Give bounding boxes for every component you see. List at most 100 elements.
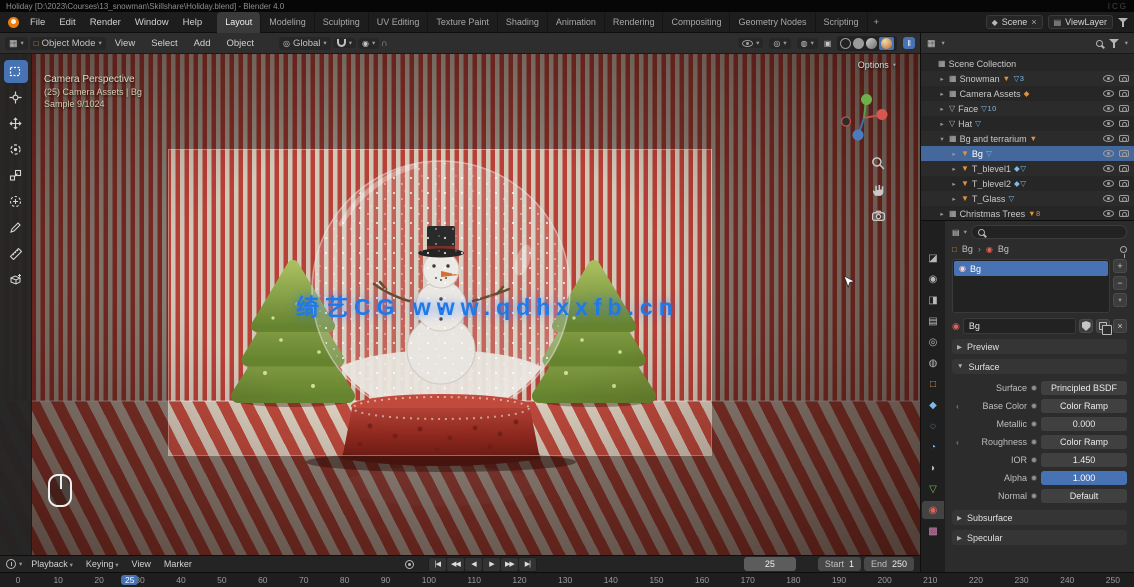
outliner-row-t-glass[interactable]: ▸ ▼ T_Glass ▽ <box>921 191 1134 206</box>
expand-arrow-icon[interactable]: ▸ <box>938 105 946 113</box>
transform-orientation-selector[interactable]: ◎ Global▾ <box>279 37 331 50</box>
add-slot-button[interactable]: + <box>1113 259 1127 273</box>
transport-button[interactable]: ◀ <box>465 558 482 571</box>
tab-output-icon[interactable]: ◨ <box>922 291 944 309</box>
transport-button[interactable]: |◀ <box>429 558 446 571</box>
tab-tool-icon[interactable]: ◪ <box>922 249 944 267</box>
pan-hand-icon[interactable] <box>871 182 886 197</box>
tab-particles-icon[interactable]: ◌ <box>922 417 944 435</box>
slot-specials-button[interactable]: ▾ <box>1113 293 1127 307</box>
frame-start-field[interactable]: Start1 <box>818 557 861 571</box>
expand-arrow-icon[interactable]: ▸ <box>950 195 958 203</box>
tab-modifiers-icon[interactable]: ◆ <box>922 396 944 414</box>
tab-physics-icon[interactable]: ◔ <box>922 438 944 456</box>
eye-icon[interactable] <box>1103 180 1114 187</box>
workspace-tab[interactable]: Modeling <box>261 12 315 33</box>
tool-select-box[interactable] <box>4 60 28 83</box>
section-subsurface[interactable]: ▶ Subsurface <box>952 510 1127 525</box>
timeline-menu-item[interactable]: View <box>125 558 156 570</box>
camera-icon[interactable] <box>1119 135 1129 142</box>
material-slot-list[interactable]: ◉ Bg <box>952 259 1110 313</box>
editor-type-selector[interactable]: ▦▾ <box>5 37 28 50</box>
input-expand-icon[interactable]: ‹ <box>954 438 961 447</box>
blender-logo-icon[interactable] <box>8 17 19 28</box>
tool-scale[interactable] <box>4 164 28 187</box>
camera-view-icon[interactable] <box>871 208 886 223</box>
section-preview[interactable]: ▶ Preview <box>952 339 1127 354</box>
outliner-filter-icon[interactable] <box>1109 39 1119 48</box>
eye-icon[interactable] <box>1103 105 1114 112</box>
tool-add-cube[interactable] <box>4 268 28 291</box>
camera-icon[interactable] <box>1119 165 1129 172</box>
tool-move[interactable] <box>4 112 28 135</box>
pause-render-button[interactable]: ‖ <box>903 37 915 49</box>
timeline-menu-item[interactable]: Marker <box>158 558 198 570</box>
camera-icon[interactable] <box>1119 105 1129 112</box>
options-dropdown[interactable]: Options▾ <box>858 60 896 70</box>
eye-icon[interactable] <box>1103 165 1114 172</box>
metallic-slider[interactable]: 0.000 <box>1041 417 1127 431</box>
menu-item[interactable]: Render <box>83 15 128 30</box>
tab-scene-icon[interactable]: ◎ <box>922 333 944 351</box>
camera-icon[interactable] <box>1119 90 1129 97</box>
surface-shader-menu[interactable]: Principled BSDF <box>1041 381 1127 395</box>
shading-material-button[interactable] <box>866 38 877 49</box>
outliner-row-camera-assets[interactable]: ▸ ▦ Camera Assets ◆ <box>921 86 1134 101</box>
eye-icon[interactable] <box>1103 150 1114 157</box>
workspace-tab[interactable]: Sculpting <box>315 12 369 33</box>
workspace-tab[interactable]: Geometry Nodes <box>730 12 815 33</box>
tab-render-icon[interactable]: ◉ <box>922 270 944 288</box>
tab-object-icon[interactable]: □ <box>922 375 944 393</box>
menu-item[interactable]: Help <box>176 15 210 30</box>
outliner-editor-icon[interactable]: ▦ <box>927 38 936 49</box>
tab-constraints-icon[interactable]: ◗ <box>922 459 944 477</box>
outliner-row-t-blevel1[interactable]: ▸ ▼ T_blevel1 ◆▽ <box>921 161 1134 176</box>
camera-icon[interactable] <box>1119 195 1129 202</box>
tool-annotate[interactable] <box>4 216 28 239</box>
gizmos-dropdown[interactable]: ◎▾ <box>769 38 790 49</box>
playhead[interactable]: 25 <box>121 574 138 587</box>
falloff-curve-icon[interactable]: ∩ <box>381 38 387 48</box>
viewport-menu-item[interactable]: Object <box>220 36 261 51</box>
menu-item[interactable]: Window <box>128 15 176 30</box>
timeline-editor-icon[interactable] <box>6 559 16 569</box>
transport-button[interactable]: ◀◀ <box>447 558 464 571</box>
workspace-tab[interactable]: Scripting <box>816 12 868 33</box>
expand-arrow-icon[interactable]: ▸ <box>938 90 946 98</box>
navigation-gizmo[interactable] <box>838 92 890 144</box>
workspace-tab[interactable]: Compositing <box>663 12 730 33</box>
outliner-row-bg[interactable]: ▸ ▼ Bg ▽ <box>921 146 1134 161</box>
unlink-material-button[interactable]: × <box>1113 319 1127 333</box>
tab-texture-icon[interactable]: ▩ <box>922 522 944 540</box>
proportional-edit-toggle[interactable]: ◉▾ <box>358 38 379 49</box>
tab-viewlayer-icon[interactable]: ▤ <box>922 312 944 330</box>
remove-slot-button[interactable]: − <box>1113 276 1127 290</box>
camera-icon[interactable] <box>1119 180 1129 187</box>
outliner-row-christmas-trees[interactable]: ▸ ▦ Christmas Trees ▼8 <box>921 206 1134 221</box>
outliner-search-icon[interactable] <box>1096 40 1103 47</box>
snap-toggle[interactable]: ▾ <box>333 38 356 48</box>
tool-cursor[interactable] <box>4 86 28 109</box>
material-slot-selected[interactable]: ◉ Bg <box>954 261 1108 276</box>
transport-button[interactable]: ▶| <box>519 558 536 571</box>
workspace-tab[interactable]: Animation <box>548 12 605 33</box>
outliner-row-face[interactable]: ▸ ▽ Face ▽10 <box>921 101 1134 116</box>
tool-measure[interactable] <box>4 242 28 265</box>
tab-material-icon[interactable]: ◉ <box>922 501 944 519</box>
outliner-row-bg-and-terrarium[interactable]: ▾ ▦ Bg and terrarium ▼ <box>921 131 1134 146</box>
shading-rendered-button[interactable] <box>879 37 894 50</box>
tool-transform[interactable] <box>4 190 28 213</box>
viewport-3d[interactable]: Camera Perspective (25) Camera Assets | … <box>0 54 920 555</box>
normal-menu[interactable]: Default <box>1041 489 1127 503</box>
outliner-row-scene-collection[interactable]: ▦ Scene Collection <box>921 56 1134 71</box>
filter-funnel-icon[interactable] <box>1118 18 1128 27</box>
ior-slider[interactable]: 1.450 <box>1041 453 1127 467</box>
expand-arrow-icon[interactable]: ▸ <box>938 210 946 218</box>
tab-world-icon[interactable]: ◍ <box>922 354 944 372</box>
expand-arrow-icon[interactable]: ▸ <box>950 165 958 173</box>
workspace-tab[interactable]: Layout <box>217 12 261 33</box>
viewlayer-selector[interactable]: ▤ ViewLayer <box>1048 15 1113 29</box>
shading-wireframe-button[interactable] <box>840 38 851 49</box>
camera-icon[interactable] <box>1119 210 1129 217</box>
material-name-field[interactable]: Bg <box>963 318 1076 334</box>
